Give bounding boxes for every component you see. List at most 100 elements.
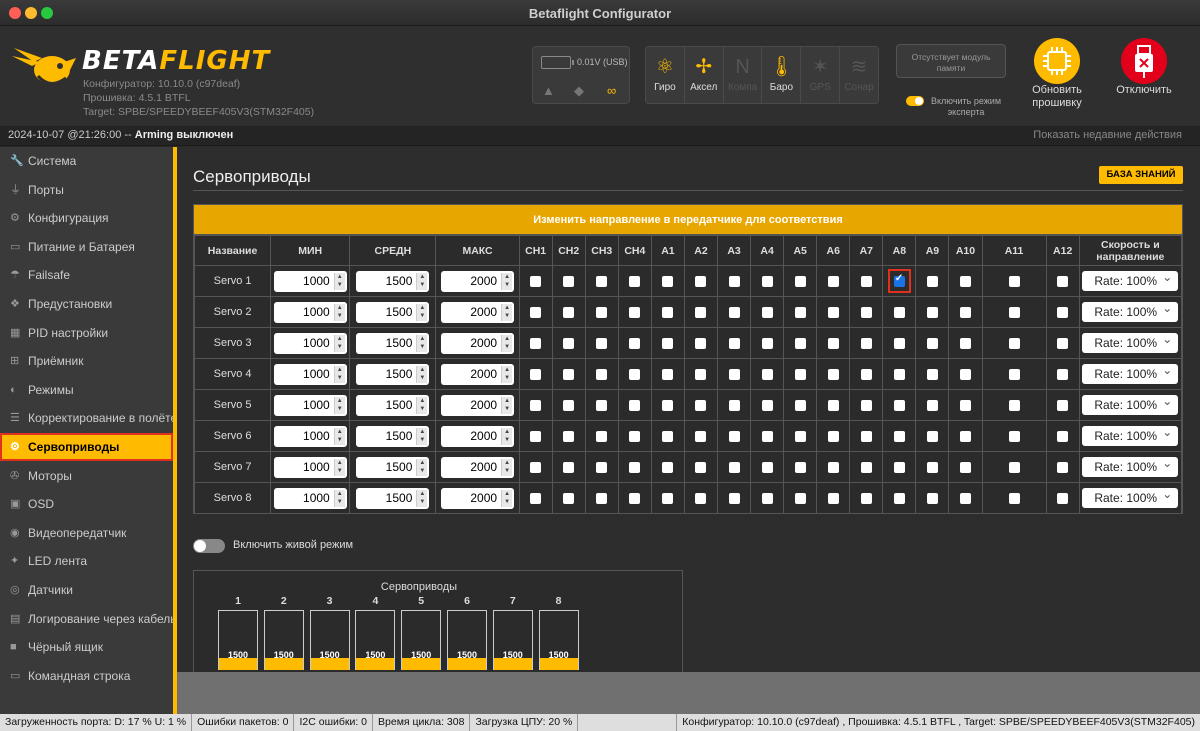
channel-checkbox[interactable] xyxy=(530,368,542,380)
rate-select[interactable]: Rate: 100% xyxy=(1082,298,1179,322)
channel-checkbox[interactable] xyxy=(860,337,872,349)
channel-checkbox[interactable] xyxy=(695,399,707,411)
spinner-icon[interactable]: ▲ ▼ xyxy=(501,396,513,414)
spinner-icon[interactable]: ▲ ▼ xyxy=(333,396,345,414)
channel-checkbox[interactable] xyxy=(1057,306,1069,318)
spinner-icon[interactable]: ▲ ▼ xyxy=(501,427,513,445)
channel-checkbox[interactable] xyxy=(695,337,707,349)
channel-checkbox[interactable] xyxy=(827,337,839,349)
channel-checkbox[interactable] xyxy=(794,337,806,349)
channel-checkbox[interactable] xyxy=(629,306,641,318)
channel-checkbox[interactable] xyxy=(794,430,806,442)
channel-checkbox[interactable] xyxy=(1057,461,1069,473)
channel-checkbox[interactable] xyxy=(728,368,740,380)
channel-checkbox[interactable] xyxy=(728,492,740,504)
channel-checkbox[interactable] xyxy=(893,461,905,473)
sidebar-item-servo[interactable]: ⚙ Сервоприводы xyxy=(0,433,173,461)
mid-input[interactable]: 1500 ▲ ▼ xyxy=(356,363,430,385)
channel-checkbox[interactable] xyxy=(530,306,542,318)
channel-checkbox[interactable] xyxy=(1057,399,1069,411)
channel-checkbox[interactable] xyxy=(728,461,740,473)
sidebar-item-osd[interactable]: ▣ OSD xyxy=(0,490,173,518)
show-recent-actions-link[interactable]: Показать недавние действия xyxy=(1033,129,1182,141)
spinner-icon[interactable]: ▲ ▼ xyxy=(501,303,513,321)
channel-checkbox[interactable] xyxy=(860,461,872,473)
channel-checkbox[interactable] xyxy=(893,306,905,318)
max-input[interactable]: 2000 ▲ ▼ xyxy=(441,394,515,416)
wiki-button[interactable]: БАЗА ЗНАНИЙ xyxy=(1099,166,1183,184)
channel-checkbox[interactable] xyxy=(695,430,707,442)
channel-checkbox[interactable] xyxy=(695,492,707,504)
live-mode-toggle[interactable] xyxy=(193,539,225,553)
log-bar[interactable]: 2024-10-07 @21:26:00 -- Arming выключен … xyxy=(0,126,1200,146)
sidebar-item-toggle[interactable]: ◐ Режимы xyxy=(0,376,173,404)
mid-input[interactable]: 1500 ▲ ▼ xyxy=(356,270,430,292)
spinner-icon[interactable]: ▲ ▼ xyxy=(501,272,513,290)
spinner-icon[interactable]: ▲ ▼ xyxy=(333,458,345,476)
channel-checkbox[interactable] xyxy=(695,368,707,380)
sidebar-item-sliders[interactable]: ☰ Корректирование в полёте xyxy=(0,404,177,432)
spinner-icon[interactable]: ▲ ▼ xyxy=(501,365,513,383)
max-input[interactable]: 2000 ▲ ▼ xyxy=(441,487,515,509)
rate-select[interactable]: Rate: 100% xyxy=(1082,453,1179,477)
channel-checkbox[interactable] xyxy=(761,430,773,442)
channel-checkbox[interactable] xyxy=(563,368,575,380)
channel-checkbox[interactable] xyxy=(662,430,674,442)
channel-checkbox[interactable] xyxy=(530,492,542,504)
channel-checkbox[interactable] xyxy=(1008,337,1020,349)
channel-checkbox[interactable] xyxy=(860,492,872,504)
channel-checkbox[interactable] xyxy=(926,430,938,442)
max-input[interactable]: 2000 ▲ ▼ xyxy=(441,301,515,323)
channel-checkbox[interactable] xyxy=(695,275,707,287)
channel-checkbox[interactable] xyxy=(959,430,971,442)
channel-checkbox[interactable] xyxy=(563,275,575,287)
channel-checkbox[interactable] xyxy=(1008,430,1020,442)
channel-checkbox[interactable] xyxy=(761,492,773,504)
spinner-icon[interactable]: ▲ ▼ xyxy=(416,458,428,476)
channel-checkbox[interactable] xyxy=(728,430,740,442)
spinner-icon[interactable]: ▲ ▼ xyxy=(333,365,345,383)
channel-checkbox[interactable] xyxy=(728,275,740,287)
channel-checkbox[interactable] xyxy=(629,430,641,442)
spinner-icon[interactable]: ▲ ▼ xyxy=(416,427,428,445)
channel-checkbox[interactable] xyxy=(596,368,608,380)
sidebar-item-blackbox[interactable]: ■ Чёрный ящик xyxy=(0,633,173,661)
max-input[interactable]: 2000 ▲ ▼ xyxy=(441,456,515,478)
channel-checkbox[interactable] xyxy=(629,461,641,473)
expert-mode-toggle[interactable] xyxy=(906,96,924,106)
channel-checkbox[interactable] xyxy=(563,399,575,411)
channel-checkbox[interactable] xyxy=(728,399,740,411)
channel-checkbox[interactable] xyxy=(827,275,839,287)
spinner-icon[interactable]: ▲ ▼ xyxy=(333,334,345,352)
spinner-icon[interactable]: ▲ ▼ xyxy=(333,272,345,290)
channel-checkbox[interactable] xyxy=(761,337,773,349)
min-input[interactable]: 1000 ▲ ▼ xyxy=(273,363,347,385)
min-input[interactable]: 1000 ▲ ▼ xyxy=(273,487,347,509)
sidebar-item-vtx[interactable]: ◉ Видеопередатчик xyxy=(0,519,173,547)
spinner-icon[interactable]: ▲ ▼ xyxy=(333,303,345,321)
channel-checkbox[interactable] xyxy=(596,492,608,504)
disconnect-button[interactable] xyxy=(1121,38,1167,84)
sidebar-item-terminal[interactable]: ▭ Командная строка xyxy=(0,662,173,690)
channel-checkbox[interactable] xyxy=(1057,492,1069,504)
sidebar-item-motor[interactable]: ✇ Моторы xyxy=(0,462,173,490)
channel-checkbox[interactable] xyxy=(926,306,938,318)
channel-checkbox[interactable] xyxy=(530,337,542,349)
spinner-icon[interactable]: ▲ ▼ xyxy=(333,427,345,445)
channel-checkbox[interactable] xyxy=(563,430,575,442)
channel-checkbox[interactable] xyxy=(662,399,674,411)
channel-checkbox[interactable] xyxy=(926,275,938,287)
channel-checkbox[interactable] xyxy=(728,306,740,318)
sidebar-item-wrench[interactable]: 🔧 Система xyxy=(0,147,173,175)
rate-select[interactable]: Rate: 100% xyxy=(1082,267,1179,291)
channel-checkbox[interactable] xyxy=(596,306,608,318)
channel-checkbox[interactable] xyxy=(1057,275,1069,287)
mid-input[interactable]: 1500 ▲ ▼ xyxy=(356,332,430,354)
max-input[interactable]: 2000 ▲ ▼ xyxy=(441,363,515,385)
channel-checkbox[interactable] xyxy=(761,306,773,318)
channel-checkbox[interactable] xyxy=(860,430,872,442)
channel-checkbox[interactable] xyxy=(959,399,971,411)
min-input[interactable]: 1000 ▲ ▼ xyxy=(273,456,347,478)
min-input[interactable]: 1000 ▲ ▼ xyxy=(273,301,347,323)
channel-checkbox[interactable] xyxy=(1057,368,1069,380)
